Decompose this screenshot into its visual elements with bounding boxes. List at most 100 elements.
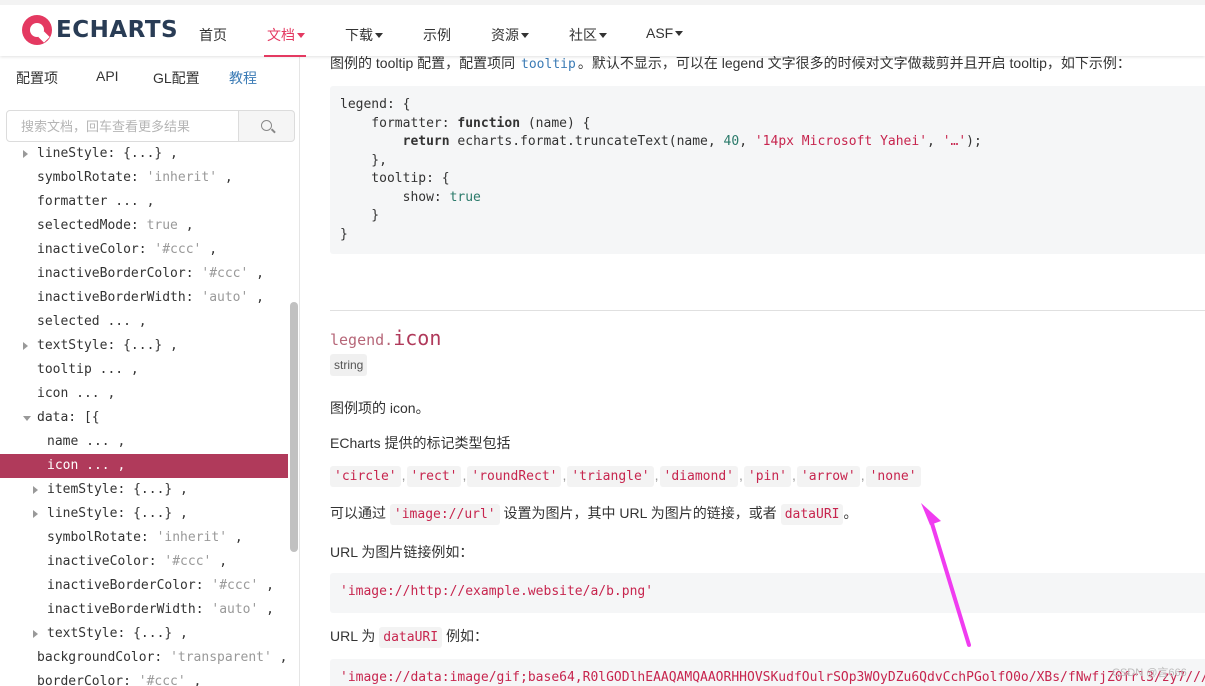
tooltip-description: 图例的 tooltip 配置，配置项同 tooltip 。默认不显示，可以在 le…: [330, 56, 1131, 72]
nav-item-6[interactable]: ASF: [646, 25, 684, 41]
tree-item[interactable]: tooltip ... ,: [0, 358, 288, 382]
caret-right-icon[interactable]: [33, 486, 38, 494]
code-line: tooltip: {: [340, 171, 450, 186]
search-button[interactable]: [238, 110, 295, 142]
tree-item-label: formatter ... ,: [37, 190, 154, 214]
tree-item-tail: ,: [162, 146, 178, 161]
tree-item-key: selectedMode:: [37, 218, 147, 233]
nav-item-1[interactable]: 文档: [267, 25, 305, 45]
intro-text-1: 图例的 tooltip 配置，配置项同: [330, 56, 520, 71]
nav-item-label: 首页: [199, 27, 227, 43]
tab-api[interactable]: API: [96, 68, 119, 84]
tree-item[interactable]: formatter ... ,: [0, 190, 288, 214]
tree-item-key: backgroundColor:: [37, 650, 171, 665]
url-example-block: 'image://http://example.website/a/b.png': [330, 573, 1205, 613]
tab-gl-options[interactable]: GL配置: [153, 68, 200, 88]
search-input[interactable]: [7, 111, 239, 141]
tree-item-value: {...}: [133, 506, 173, 521]
tree-item-value: ...: [107, 314, 131, 329]
tree-item-label: inactiveBorderColor: '#ccc' ,: [37, 262, 264, 286]
tree-item[interactable]: selected ... ,: [0, 310, 288, 334]
tree-item-key: icon: [47, 458, 87, 473]
nav-item-5[interactable]: 社区: [569, 25, 607, 45]
tree-item-key: selected: [37, 314, 108, 329]
tree-item[interactable]: textStyle: {...} ,: [0, 622, 288, 646]
tree-item[interactable]: data: [{: [0, 406, 288, 430]
tree-item[interactable]: selectedMode: true ,: [0, 214, 288, 238]
symbol-type-chip: 'none': [865, 466, 921, 487]
caret-down-icon[interactable]: [23, 416, 31, 421]
caret-right-icon[interactable]: [33, 510, 38, 518]
symbol-type-chip: 'pin': [743, 466, 792, 487]
nav-item-0[interactable]: 首页: [199, 25, 227, 45]
symbol-type-chip: 'roundRect': [467, 466, 562, 487]
tree-item-selected[interactable]: icon ... ,: [0, 454, 288, 478]
image-url-description: 可以通过 'image://url' 设置为图片，其中 URL 为图片的链接，或…: [330, 503, 857, 525]
desc3-text-2: 设置为图片，其中 URL 为图片的链接，或者: [499, 505, 781, 521]
sidebar-tabs: 配置项 API GL配置 教程: [0, 68, 300, 88]
echarts-logo[interactable]: ECHARTS: [22, 15, 178, 45]
datauri-example-intro: URL 为 dataURI 例如：: [330, 626, 488, 648]
datauri-code: dataURI: [780, 504, 844, 525]
tree-item-tail: ,: [162, 338, 178, 353]
tooltip-code-link[interactable]: tooltip: [519, 57, 578, 72]
tab-options[interactable]: 配置项: [16, 68, 58, 88]
tree-item[interactable]: itemStyle: {...} ,: [0, 478, 288, 502]
search-icon: [261, 120, 272, 131]
tree-item[interactable]: inactiveColor: '#ccc' ,: [0, 238, 288, 262]
tree-item[interactable]: inactiveBorderColor: '#ccc' ,: [0, 574, 288, 598]
tree-item[interactable]: inactiveBorderWidth: 'auto' ,: [0, 598, 288, 622]
tree-item-label: textStyle: {...} ,: [47, 622, 188, 646]
image-url-code: 'image://url': [389, 504, 500, 525]
tree-item[interactable]: icon ... ,: [0, 382, 288, 406]
nav-item-label: 示例: [423, 27, 451, 43]
tree-item-tail: ,: [130, 314, 147, 329]
tree-item-value: ...: [76, 386, 100, 401]
property-name: icon: [393, 326, 442, 350]
tree-item-tail: ,: [271, 650, 288, 665]
tree-item[interactable]: inactiveColor: '#ccc' ,: [0, 550, 288, 574]
caret-right-icon[interactable]: [23, 342, 28, 350]
chip-separator: ,: [562, 467, 567, 483]
tree-item[interactable]: textStyle: {...} ,: [0, 334, 288, 358]
code-line: return echarts.format.truncateText(name,…: [402, 134, 982, 149]
tree-item-tail: ,: [172, 506, 188, 521]
chip-separator: ,: [792, 467, 796, 483]
tree-item-value: {...}: [123, 338, 163, 353]
tree-item[interactable]: lineStyle: {...} ,: [0, 142, 288, 166]
tree-item[interactable]: symbolRotate: 'inherit' ,: [0, 166, 288, 190]
tree-item-tail: ,: [172, 482, 188, 497]
caret-right-icon[interactable]: [33, 630, 38, 638]
caret-right-icon[interactable]: [23, 150, 28, 158]
tree-item[interactable]: backgroundColor: 'transparent' ,: [0, 646, 288, 670]
symbol-type-chip: 'rect': [406, 466, 462, 487]
symbol-type-list: 'circle','rect','roundRect','triangle', '…: [330, 466, 921, 488]
nav-item-3[interactable]: 示例: [423, 25, 451, 45]
tree-item-label: selectedMode: true ,: [37, 214, 194, 238]
tree-item-label: lineStyle: {...} ,: [37, 142, 178, 166]
tree-item-key: itemStyle:: [47, 482, 134, 497]
nav-item-4[interactable]: 资源: [491, 25, 529, 45]
tree-item-label: tooltip ... ,: [37, 358, 139, 382]
tree-item[interactable]: lineStyle: {...} ,: [0, 502, 288, 526]
datauri-example-block: 'image://data:image/gif;base64,R0lGODlhE…: [330, 659, 1205, 686]
tree-item-label: data: [{: [37, 406, 100, 430]
tree-item[interactable]: symbolRotate: 'inherit' ,: [0, 526, 288, 550]
sidebar-scrollbar[interactable]: [290, 302, 298, 552]
nav-item-2[interactable]: 下载: [345, 25, 383, 45]
tree-item[interactable]: borderColor: '#ccc' ,: [0, 670, 288, 686]
tree-item-key: lineStyle:: [47, 506, 134, 521]
property-parent[interactable]: legend.: [330, 331, 393, 349]
tab-tutorial[interactable]: 教程: [229, 68, 257, 88]
tree-item-key: inactiveBorderColor:: [47, 578, 212, 593]
tree-item[interactable]: inactiveBorderColor: '#ccc' ,: [0, 262, 288, 286]
tree-item-key: inactiveBorderColor:: [37, 266, 202, 281]
tree-item-key: name: [47, 434, 87, 449]
tree-item-tail: ,: [109, 434, 126, 449]
tree-item[interactable]: inactiveBorderWidth: 'auto' ,: [0, 286, 288, 310]
tree-item-tail: ,: [123, 362, 139, 377]
chevron-down-icon: [375, 33, 383, 38]
tree-item-tail: ,: [227, 530, 243, 545]
tree-item-label: inactiveBorderWidth: 'auto' ,: [37, 286, 264, 310]
tree-item[interactable]: name ... ,: [0, 430, 288, 454]
